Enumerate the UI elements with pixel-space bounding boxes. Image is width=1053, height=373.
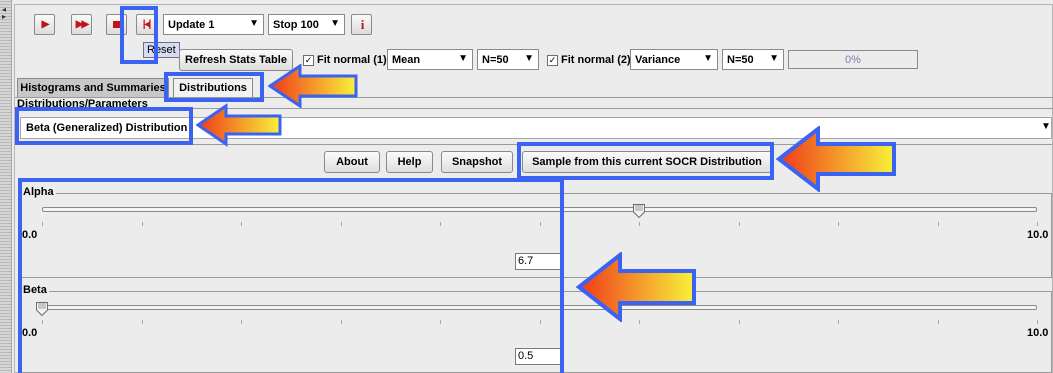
slider-tick (937, 222, 939, 226)
beta-max-label: 10.0 (1027, 327, 1049, 339)
update-combo-value: Update 1 (168, 18, 215, 31)
chevron-down-icon[interactable]: ▼ (1041, 121, 1051, 132)
fit-normal-2-label: Fit normal (2) (561, 54, 631, 66)
progress-text: 0% (845, 53, 861, 66)
info-icon: i (360, 16, 364, 32)
highlight-parameter-sliders (18, 178, 564, 373)
update-combo[interactable]: Update 1 ▼ (163, 14, 264, 35)
stat2-value: Variance (635, 53, 681, 66)
slider-tick (937, 320, 939, 324)
highlight-distributions-tab (164, 72, 264, 102)
highlight-reset (120, 6, 158, 64)
play-button[interactable]: ▶ (34, 14, 55, 35)
arrow-distributions-tab-icon (268, 64, 358, 108)
slider-tick (838, 222, 839, 226)
highlight-sample-button (517, 142, 774, 180)
n1-value: N=50 (482, 53, 509, 66)
n1-combo[interactable]: N=50 ▼ (477, 49, 539, 70)
n2-value: N=50 (727, 53, 754, 66)
stat1-value: Mean (392, 53, 421, 66)
alpha-max-label: 10.0 (1027, 229, 1049, 241)
play-icon: ▶ (41, 19, 50, 30)
alpha-slider-thumb[interactable] (633, 204, 645, 218)
progress-bar: 0% (788, 50, 918, 69)
help-button[interactable]: Help (386, 151, 433, 173)
chevron-down-icon: ▼ (458, 53, 468, 64)
arrow-sample-button-icon (776, 126, 896, 192)
stat2-combo[interactable]: Variance ▼ (630, 49, 718, 70)
slider-tick (639, 222, 640, 226)
stop-combo[interactable]: Stop 100 ▼ (268, 14, 345, 35)
chevron-down-icon: ▼ (524, 53, 534, 64)
splitter-arrows-icon[interactable]: ◂ ▸ (2, 6, 6, 21)
info-button[interactable]: i (351, 14, 372, 35)
socr-applet: ◂ ▸ ▶ ▶▶ |◂| Update 1 ▼ Stop 100 ▼ i Rese… (0, 0, 1053, 373)
arrow-distribution-select-icon (196, 103, 282, 147)
slider-tick (738, 222, 740, 226)
fast-forward-icon: ▶▶ (75, 19, 89, 30)
chevron-down-icon: ▼ (330, 18, 340, 29)
stop-icon (113, 21, 120, 28)
fit-normal-2-checkbox[interactable]: ✓ (547, 55, 558, 66)
left-splitter[interactable]: ◂ ▸ (0, 0, 12, 373)
slider-tick (1037, 320, 1038, 324)
stop-combo-value: Stop 100 (273, 18, 319, 31)
stat1-combo[interactable]: Mean ▼ (387, 49, 473, 70)
fast-forward-button[interactable]: ▶▶ (71, 14, 92, 35)
about-button[interactable]: About (324, 151, 380, 173)
slider-tick (838, 320, 839, 324)
highlight-distribution-select (15, 107, 193, 145)
slider-tick (1037, 222, 1038, 226)
snapshot-button[interactable]: Snapshot (441, 151, 513, 173)
chevron-down-icon: ▼ (769, 53, 779, 64)
chevron-down-icon: ▼ (249, 18, 259, 29)
n2-combo[interactable]: N=50 ▼ (722, 49, 784, 70)
tab-histograms-and-summaries[interactable]: Histograms and Summaries (17, 78, 169, 97)
slider-tick (738, 320, 740, 324)
chevron-down-icon: ▼ (703, 53, 713, 64)
arrow-parameters-icon (576, 252, 696, 322)
